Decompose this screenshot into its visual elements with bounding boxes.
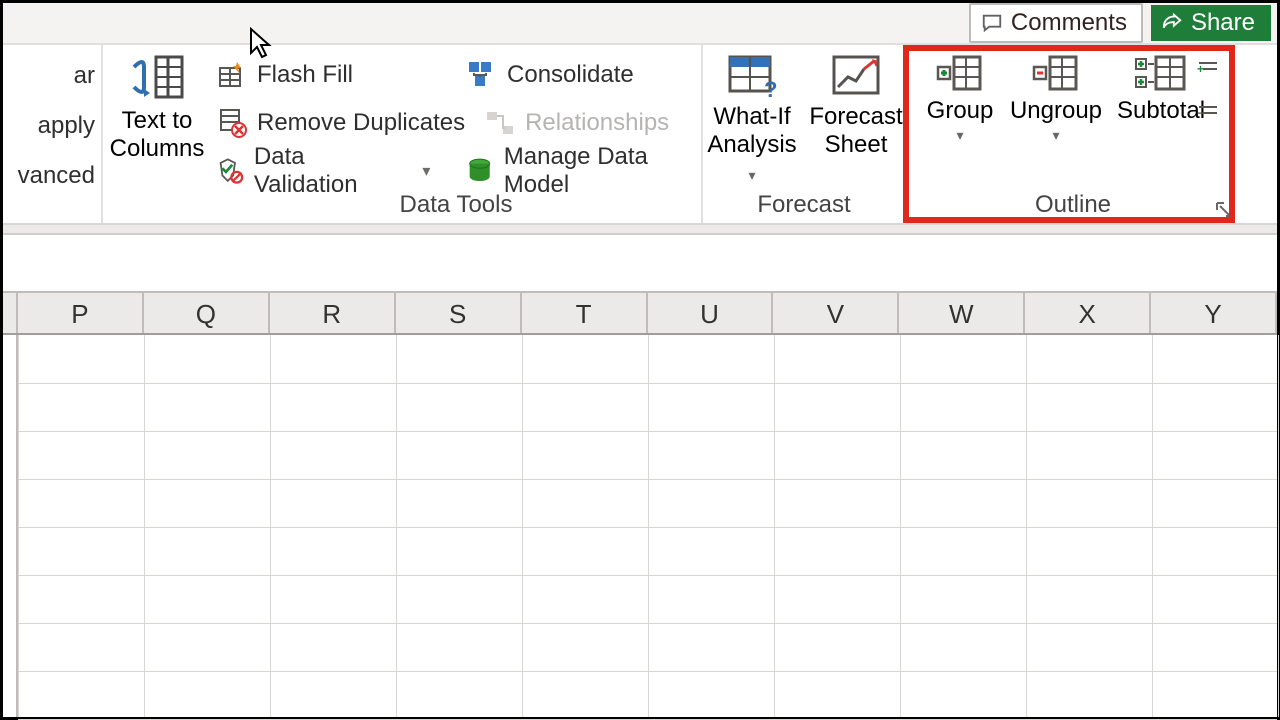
column-header[interactable]: S — [396, 293, 522, 333]
group-icon — [936, 53, 984, 93]
chevron-down-icon[interactable]: ▾ — [956, 127, 963, 144]
relationships-icon — [485, 108, 515, 138]
column-header[interactable]: Y — [1151, 293, 1277, 333]
svg-text:−: − — [1197, 106, 1204, 119]
ribbon: ar apply vanced Text toColumns — [3, 45, 1277, 225]
column-header[interactable]: P — [18, 293, 144, 333]
subtotal-icon — [1134, 53, 1188, 93]
outline-group: Group ▾ Ungroup ▾ — [907, 45, 1239, 223]
forecast-sheet-icon — [828, 53, 884, 99]
subtotal-label: Subtotal — [1117, 97, 1205, 124]
comments-button[interactable]: Comments — [969, 3, 1143, 43]
column-header[interactable]: U — [648, 293, 774, 333]
forecast-sheet-label-2: Sheet — [825, 131, 888, 158]
consolidate-button[interactable]: Consolidate — [467, 60, 634, 90]
chevron-down-icon[interactable]: ▾ — [1052, 127, 1059, 144]
forecast-group-label: Forecast — [703, 191, 905, 219]
text-to-columns-icon — [128, 53, 186, 101]
what-if-label-1: What-If — [713, 103, 790, 130]
group-button[interactable]: Group ▾ — [927, 53, 993, 144]
column-header[interactable]: T — [522, 293, 648, 333]
worksheet-grid[interactable] — [3, 335, 1277, 717]
advanced-button[interactable]: vanced — [18, 162, 95, 190]
relationships-label: Relationships — [525, 109, 669, 137]
svg-text:+: + — [1197, 62, 1204, 75]
comment-icon — [981, 12, 1003, 34]
data-tools-group-label: Data Tools — [211, 191, 701, 219]
flash-fill-icon — [217, 60, 247, 90]
what-if-label-2: Analysis — [707, 131, 796, 158]
data-validation-icon — [217, 156, 244, 186]
column-header[interactable]: R — [270, 293, 396, 333]
what-if-icon: ? — [724, 53, 780, 99]
select-all-corner[interactable] — [3, 293, 18, 333]
consolidate-icon — [467, 60, 497, 90]
group-label: Group — [927, 97, 994, 124]
row-header-gutter[interactable] — [3, 335, 18, 717]
flash-fill-label: Flash Fill — [257, 61, 353, 89]
share-icon — [1161, 12, 1183, 34]
relationships-button: Relationships — [485, 108, 669, 138]
remove-duplicates-label: Remove Duplicates — [257, 109, 465, 137]
reapply-button[interactable]: apply — [38, 112, 95, 140]
clear-button[interactable]: ar — [74, 62, 95, 90]
remove-duplicates-icon — [217, 108, 247, 138]
remove-duplicates-button[interactable]: Remove Duplicates — [217, 108, 465, 138]
ungroup-label: Ungroup — [1010, 97, 1102, 124]
app-frame: Comments Share ar apply vanced — [0, 0, 1280, 720]
column-headers: P Q R S T U V W X Y — [3, 291, 1277, 335]
sort-filter-group-partial: ar apply vanced — [3, 45, 101, 223]
title-bar: Comments Share — [3, 3, 1277, 45]
outline-group-label: Outline — [907, 191, 1239, 219]
ungroup-button[interactable]: Ungroup ▾ — [1013, 53, 1099, 144]
column-header[interactable]: Q — [144, 293, 270, 333]
comments-label: Comments — [1011, 9, 1127, 37]
text-to-columns-label-2: Columns — [110, 135, 205, 162]
share-label: Share — [1191, 9, 1255, 37]
hide-detail-icon[interactable]: − — [1197, 103, 1221, 119]
consolidate-label: Consolidate — [507, 61, 634, 89]
chevron-down-icon[interactable]: ▾ — [422, 161, 430, 181]
forecast-group: ? What-IfAnalysis ▾ ForecastSheet Foreca… — [703, 45, 905, 223]
data-tools-group: Flash Fill Consolidate — [211, 45, 701, 223]
data-model-icon — [466, 156, 493, 186]
column-header[interactable]: V — [773, 293, 899, 333]
share-button[interactable]: Share — [1151, 5, 1271, 41]
subtotal-button[interactable]: Subtotal — [1119, 53, 1203, 144]
flash-fill-button[interactable]: Flash Fill — [217, 60, 353, 90]
column-header[interactable]: X — [1025, 293, 1151, 333]
column-header[interactable]: W — [899, 293, 1025, 333]
text-to-columns-label-1: Text to — [122, 107, 193, 134]
show-detail-icon[interactable]: + — [1197, 59, 1221, 75]
ribbon-bottom-edge — [3, 223, 1277, 235]
ungroup-icon — [1032, 53, 1080, 93]
forecast-sheet-label-1: Forecast — [809, 103, 902, 130]
svg-text:?: ? — [764, 77, 777, 99]
text-to-columns-button[interactable]: Text toColumns — [103, 45, 211, 223]
chevron-down-icon: ▾ — [748, 167, 755, 183]
